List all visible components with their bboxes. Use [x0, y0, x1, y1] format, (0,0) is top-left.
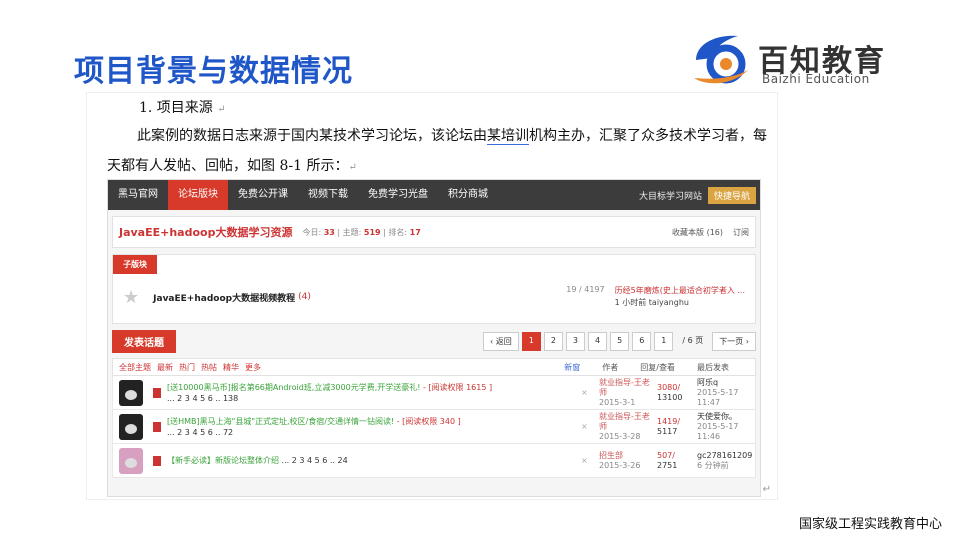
doc-paragraph: 此案例的数据日志来源于国内某技术学习论坛，该论坛由某培训机构主办，汇聚了众多技术…	[107, 128, 767, 174]
close-icon[interactable]: ×	[581, 422, 588, 431]
nav-item-videos[interactable]: 视频下载	[298, 180, 358, 210]
subboard-row: ★ JavaEE+hadoop大数据视频教程 (4) 19 / 4197 历经5…	[123, 285, 745, 309]
forum-navbar: 黑马官网 论坛版块 免费公开课 视频下载 免费学习光盘 积分商城 大目标学习网站…	[108, 180, 760, 210]
subboard-count: (4)	[298, 292, 311, 302]
col-last: 最后发表	[697, 362, 729, 372]
document-image: 1. 项目来源 ↵ 此案例的数据日志来源于国内某技术学习论坛，该论坛由某培训机构…	[86, 92, 778, 500]
pager-page-4[interactable]: 4	[588, 331, 608, 351]
avatar	[119, 379, 143, 406]
thread-columns: 新窗 作者 回复/查看 最后发表	[564, 362, 749, 373]
board-actions: 收藏本版 (16) 订阅	[672, 227, 749, 238]
filter-latest[interactable]: 最新	[157, 362, 173, 373]
close-icon[interactable]: ×	[581, 456, 588, 465]
thread-author[interactable]: 就业指导-王老师 2015-3-1	[599, 378, 651, 408]
thread-last-post[interactable]: gc278161209 6 分钟前	[697, 451, 760, 471]
board-header: JavaEE+hadoop大数据学习资源 今日: 33 | 主题: 519 | …	[112, 216, 756, 248]
thread-title[interactable]: [送HMB]黑马上海"县城"正式定址,校区/食宿/交通详情一钻阅读! - [阅读…	[167, 416, 461, 438]
nav-right-text[interactable]: 大目标学习网站	[639, 189, 708, 202]
pager-page-5[interactable]: 5	[610, 331, 630, 351]
col-author: 作者	[602, 362, 619, 372]
filter-hot[interactable]: 热门	[179, 362, 195, 373]
thread-last-post[interactable]: 天使爱你。 2015-5-17 11:46	[697, 412, 760, 442]
pager-input[interactable]: 1	[654, 331, 674, 351]
nav-item-forum[interactable]: 论坛版块	[168, 180, 228, 210]
filter-all[interactable]: 全部主题	[119, 362, 151, 373]
post-topic-button[interactable]: 发表话题	[112, 329, 176, 353]
board-title: JavaEE+hadoop大数据学习资源	[119, 226, 293, 239]
thread-counts: 1419/5117	[657, 416, 681, 436]
col-new-window[interactable]: 新窗	[564, 362, 580, 373]
thread-icon	[153, 387, 161, 398]
thread-last-post[interactable]: 阿乐q 2015-5-17 11:47	[697, 378, 760, 408]
footer-text: 国家级工程实践教育中心	[798, 517, 942, 532]
thread-icon	[153, 455, 161, 466]
thread-counts: 3080/13100	[657, 382, 683, 402]
logo-mark-icon	[694, 35, 748, 84]
thread-icon	[153, 421, 161, 432]
subscribe-link[interactable]: 订阅	[733, 227, 749, 238]
logo-text-en: Baizhi Education	[762, 72, 870, 86]
doc-heading: 1. 项目来源 ↵	[139, 100, 226, 116]
pager-page-6[interactable]: 6	[632, 331, 652, 351]
avatar	[119, 413, 143, 440]
forum-screenshot: 黑马官网 论坛版块 免费公开课 视频下载 免费学习光盘 积分商城 大目标学习网站…	[107, 179, 761, 497]
quick-nav-button[interactable]: 快捷导航	[707, 186, 756, 204]
thread-author[interactable]: 就业指导-王老师 2015-3-28	[599, 412, 651, 442]
pager: ‹ 返回 1 2 3 4 5 6 1 / 6 页 下一页 ›	[482, 331, 756, 351]
thread-author[interactable]: 招生部 2015-3-26	[599, 451, 651, 471]
pager-row: 发表话题 ‹ 返回 1 2 3 4 5 6 1 / 6 页 下一页 ›	[112, 329, 756, 353]
table-row[interactable]: 【新手必读】新版论坛整体介绍 ... 2 3 4 5 6 .. 24 × 招生部…	[112, 444, 756, 478]
avatar	[119, 447, 143, 474]
pager-next[interactable]: 下一页 ›	[712, 331, 756, 351]
pager-total: / 6 页	[682, 335, 704, 345]
filter-digest[interactable]: 精华	[223, 362, 239, 373]
subboard-last[interactable]: 历经5年磨炼(史上最适合初学者入 ... 1 小时前 taiyanghu	[615, 285, 745, 309]
subboard-box: 子版块 ★ JavaEE+hadoop大数据视频教程 (4) 19 / 4197…	[112, 254, 756, 324]
nav-item-courses[interactable]: 免费公开课	[228, 180, 298, 210]
filter-hot-posts[interactable]: 热帖	[201, 362, 217, 373]
close-icon[interactable]: ×	[581, 388, 588, 397]
subboard-right: 19 / 4197 历经5年磨炼(史上最适合初学者入 ... 1 小时前 tai…	[566, 285, 745, 309]
thread-title[interactable]: 【新手必读】新版论坛整体介绍 ... 2 3 4 5 6 .. 24	[167, 455, 348, 466]
favorite-link[interactable]: 收藏本版 (16)	[672, 227, 723, 238]
nav-item-home[interactable]: 黑马官网	[108, 180, 168, 210]
table-row[interactable]: [送10000黑马币]报名第66期Android班,立减3000元学费,开学送豪…	[112, 376, 756, 410]
pager-page-2[interactable]: 2	[543, 331, 563, 351]
return-mark: ↵	[762, 484, 771, 495]
board-stats: 今日: 33 | 主题: 519 | 排名: 17	[302, 227, 421, 237]
filter-more[interactable]: 更多	[245, 362, 261, 373]
subboard-tab: 子版块	[113, 255, 157, 274]
star-icon: ★	[123, 286, 140, 308]
col-replies: 回复/查看	[640, 362, 675, 372]
pager-page-1[interactable]: 1	[521, 331, 541, 351]
thread-title[interactable]: [送10000黑马币]报名第66期Android班,立减3000元学费,开学送豪…	[167, 382, 492, 404]
nav-item-shop[interactable]: 积分商城	[438, 180, 498, 210]
thread-filters: 全部主题 最新 热门 热帖 精华 更多	[119, 362, 261, 373]
pager-page-3[interactable]: 3	[565, 331, 585, 351]
pager-back[interactable]: ‹ 返回	[482, 331, 519, 351]
table-row[interactable]: [送HMB]黑马上海"县城"正式定址,校区/食宿/交通详情一钻阅读! - [阅读…	[112, 410, 756, 444]
slide-title: 项目背景与数据情况	[74, 54, 353, 89]
subboard-stats: 19 / 4197	[566, 285, 605, 294]
thread-list-header: 全部主题 最新 热门 热帖 精华 更多 新窗 作者 回复/查看 最后发表	[112, 358, 756, 376]
thread-counts: 507/2751	[657, 450, 678, 470]
subboard-name[interactable]: JavaEE+hadoop大数据视频教程	[153, 291, 295, 304]
nav-item-cd[interactable]: 免费学习光盘	[358, 180, 438, 210]
brand-logo: 百知教育 Baizhi Education	[686, 30, 896, 88]
